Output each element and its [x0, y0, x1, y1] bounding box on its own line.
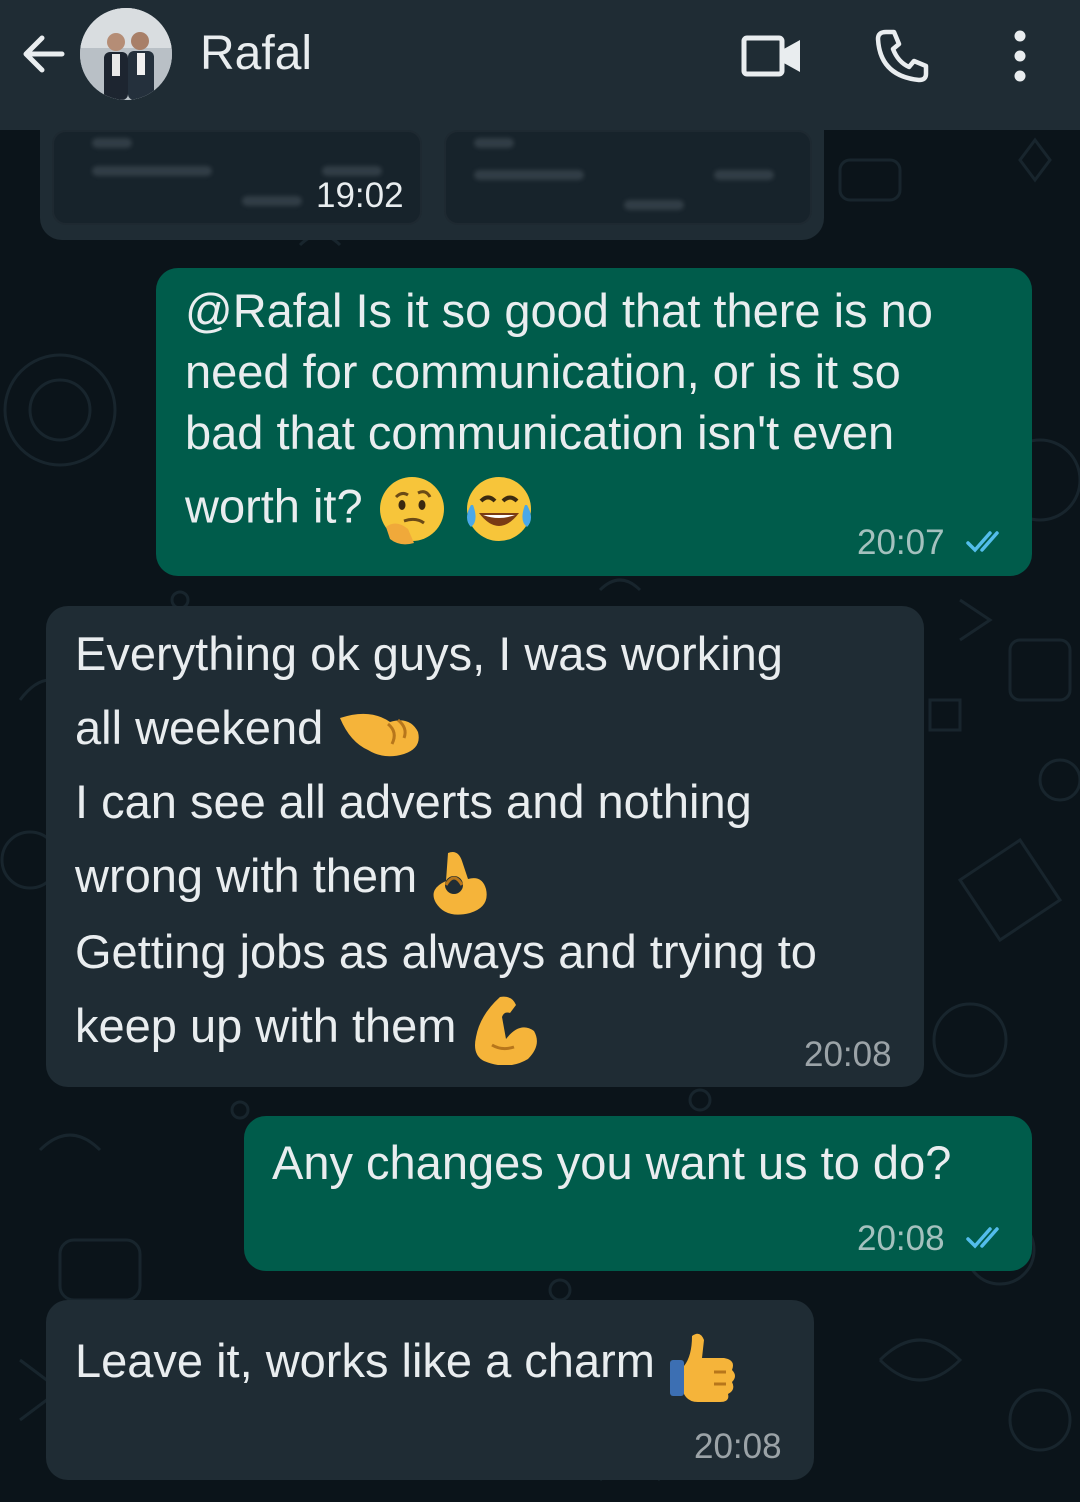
- fist-bump-emoji: [340, 713, 420, 756]
- message-time: 20:07: [857, 523, 945, 562]
- phone-icon[interactable]: [872, 26, 932, 86]
- message-time: 20:08: [694, 1427, 782, 1466]
- message-line: @Rafal Is it so good that there is no: [185, 284, 933, 337]
- message-line: Getting jobs as always and trying to: [75, 924, 817, 978]
- message-line: Leave it, works like a charm: [75, 1334, 655, 1387]
- double-check-read-icon: [966, 531, 999, 553]
- thumbs-up-emoji: [669, 1333, 735, 1402]
- double-check-read-icon: [966, 1227, 999, 1249]
- message-line: bad that communication isn't even: [185, 406, 895, 459]
- outgoing-message[interactable]: @Rafal Is it so good that there is no ne…: [156, 268, 1032, 576]
- image-thumbnail-right[interactable]: [444, 130, 812, 225]
- incoming-message[interactable]: Leave it, works like a charm 20:08: [46, 1300, 814, 1480]
- tears-of-joy-emoji: [466, 477, 531, 541]
- message-line: Everything ok guys, I was working: [75, 627, 783, 680]
- message-line: need for communication, or is it so: [185, 345, 901, 398]
- avatar[interactable]: [80, 8, 172, 100]
- message-line: Any changes you want us to do?: [272, 1136, 952, 1189]
- message-time: 20:08: [804, 1035, 892, 1074]
- message-line: I can see all adverts and nothing: [75, 775, 752, 828]
- contact-photo: [80, 8, 172, 100]
- message-line: wrong with them: [75, 849, 418, 902]
- thinking-face-emoji: [379, 477, 444, 545]
- arrow-left-icon[interactable]: [14, 24, 74, 84]
- contact-name[interactable]: Rafal: [200, 26, 312, 81]
- message-line: keep up with them: [75, 998, 457, 1052]
- flexed-biceps-emoji: [474, 996, 537, 1066]
- video-camera-icon[interactable]: [740, 26, 804, 86]
- message-line: worth it?: [185, 479, 363, 533]
- chat-header: Rafal: [0, 0, 1080, 130]
- more-vert-icon[interactable]: [1000, 26, 1040, 86]
- message-time: 20:08: [857, 1219, 945, 1258]
- message-line: all weekend: [75, 701, 324, 754]
- ok-hand-emoji: [433, 851, 487, 915]
- message-time: 19:02: [316, 176, 404, 215]
- outgoing-message[interactable]: Any changes you want us to do? 20:08: [244, 1116, 1032, 1271]
- incoming-message[interactable]: Everything ok guys, I was working all we…: [46, 606, 924, 1087]
